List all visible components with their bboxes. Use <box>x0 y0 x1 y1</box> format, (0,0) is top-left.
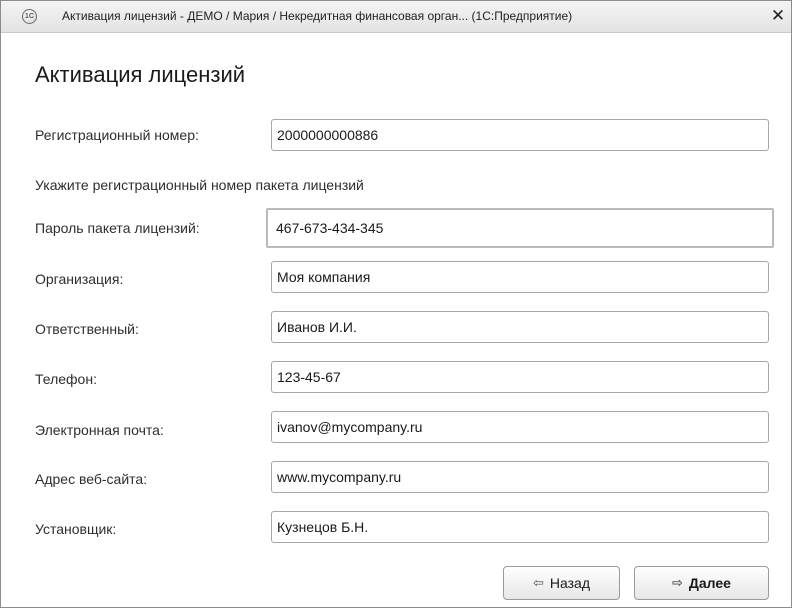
phone-field[interactable] <box>271 361 769 393</box>
reg-number-hint: Укажите регистрационный номер пакета лиц… <box>35 177 364 193</box>
organization-input[interactable] <box>272 262 768 292</box>
app-icon[interactable]: 1С <box>22 9 37 24</box>
installer-field[interactable] <box>271 511 769 543</box>
next-button[interactable]: ⇨ Далее <box>634 566 769 600</box>
email-label: Электронная почта: <box>35 422 164 438</box>
form-title: Активация лицензий <box>35 62 246 87</box>
organization-field[interactable] <box>271 261 769 293</box>
password-input[interactable] <box>268 210 772 246</box>
arrow-right-icon: ⇨ <box>672 575 683 590</box>
responsible-label: Ответственный: <box>35 321 139 337</box>
reg-number-label: Регистрационный номер: <box>35 127 199 143</box>
window-title: Активация лицензий - ДЕМО / Мария / Некр… <box>62 9 573 23</box>
phone-input[interactable] <box>272 362 768 392</box>
email-field[interactable] <box>271 411 769 443</box>
organization-label: Организация: <box>35 271 124 287</box>
installer-label: Установщик: <box>35 521 117 537</box>
reg-number-input[interactable] <box>272 120 768 150</box>
back-button[interactable]: ⇦ Назад <box>503 566 620 600</box>
reg-number-field[interactable] <box>271 119 769 151</box>
back-button-label: Назад <box>549 575 591 591</box>
license-activation-window: 1С Активация лицензий - ДЕМО / Мария / Н… <box>0 0 792 608</box>
title-bar[interactable]: 1С Активация лицензий - ДЕМО / Мария / Н… <box>1 1 791 33</box>
responsible-field[interactable] <box>271 311 769 343</box>
arrow-left-icon: ⇦ <box>532 575 544 590</box>
website-field[interactable] <box>271 461 769 493</box>
website-label: Адрес веб-сайта: <box>35 471 148 487</box>
website-input[interactable] <box>272 462 768 492</box>
password-label: Пароль пакета лицензий: <box>35 220 200 236</box>
email-input[interactable] <box>272 412 768 442</box>
next-button-label: Далее <box>688 575 731 591</box>
password-field[interactable] <box>266 208 774 248</box>
close-button[interactable]: ✕ <box>766 4 790 28</box>
installer-input[interactable] <box>272 512 768 542</box>
responsible-input[interactable] <box>272 312 768 342</box>
phone-label: Телефон: <box>35 371 97 387</box>
